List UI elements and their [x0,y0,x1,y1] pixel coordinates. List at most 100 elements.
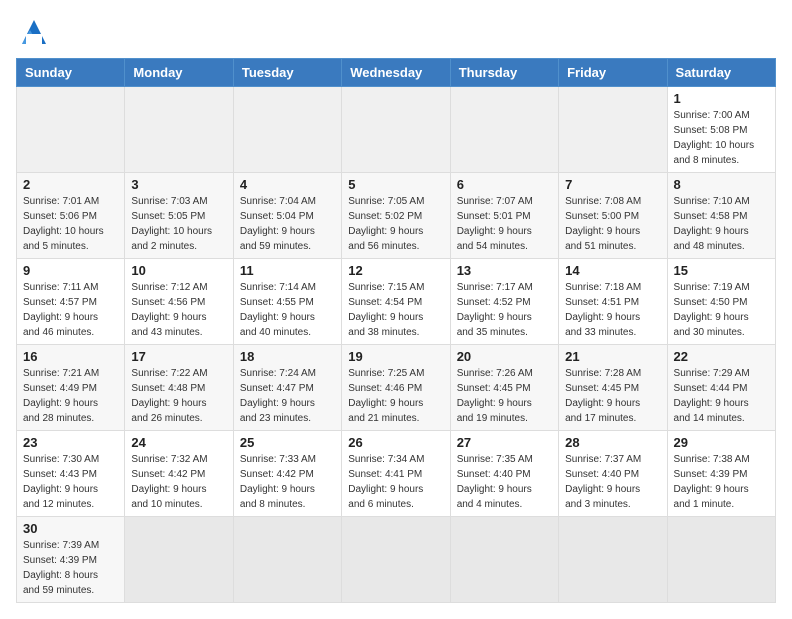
day-info: Sunrise: 7:17 AM Sunset: 4:52 PM Dayligh… [457,280,552,340]
day-info: Sunrise: 7:24 AM Sunset: 4:47 PM Dayligh… [240,366,335,426]
calendar-cell: 10 Sunrise: 7:12 AM Sunset: 4:56 PM Dayli… [125,259,233,345]
header-friday: Friday [559,59,667,87]
calendar-cell: 25 Sunrise: 7:33 AM Sunset: 4:42 PM Dayli… [233,431,341,517]
calendar-cell: 30 Sunrise: 7:39 AM Sunset: 4:39 PM Dayli… [17,517,125,603]
calendar-cell: 24Sunrise: 7:32 AM Sunset: 4:42 PM Dayli… [125,431,233,517]
calendar-cell: 17 Sunrise: 7:22 AM Sunset: 4:48 PM Dayli… [125,345,233,431]
calendar-cell [342,517,450,603]
day-number: 9 [23,263,118,278]
day-info: Sunrise: 7:14 AM Sunset: 4:55 PM Dayligh… [240,280,335,340]
day-info: Sunrise: 7:26 AM Sunset: 4:45 PM Dayligh… [457,366,552,426]
calendar-cell [233,87,341,173]
day-info: Sunrise: 7:34 AM Sunset: 4:41 PM Dayligh… [348,452,443,512]
day-info: Sunrise: 7:33 AM Sunset: 4:42 PM Dayligh… [240,452,335,512]
day-info: Sunrise: 7:22 AM Sunset: 4:48 PM Dayligh… [131,366,226,426]
day-info: Sunrise: 7:32 AM Sunset: 4:42 PM Dayligh… [131,452,226,512]
day-info: Sunrise: 7:05 AM Sunset: 5:02 PM Dayligh… [348,194,443,254]
calendar-cell: 8Sunrise: 7:10 AM Sunset: 4:58 PM Daylig… [667,173,775,259]
calendar-cell: 6Sunrise: 7:07 AM Sunset: 5:01 PM Daylig… [450,173,558,259]
day-number: 3 [131,177,226,192]
calendar-cell: 22 Sunrise: 7:29 AM Sunset: 4:44 PM Dayli… [667,345,775,431]
day-info: Sunrise: 7:03 AM Sunset: 5:05 PM Dayligh… [131,194,226,254]
day-number: 29 [674,435,769,450]
calendar-cell: 28 Sunrise: 7:37 AM Sunset: 4:40 PM Dayli… [559,431,667,517]
calendar-cell: 11 Sunrise: 7:14 AM Sunset: 4:55 PM Dayli… [233,259,341,345]
calendar-cell [450,517,558,603]
day-info: Sunrise: 7:11 AM Sunset: 4:57 PM Dayligh… [23,280,118,340]
day-info: Sunrise: 7:00 AM Sunset: 5:08 PM Dayligh… [674,108,769,168]
day-number: 1 [674,91,769,106]
day-number: 11 [240,263,335,278]
day-info: Sunrise: 7:18 AM Sunset: 4:51 PM Dayligh… [565,280,660,340]
calendar-week-1: 1 Sunrise: 7:00 AM Sunset: 5:08 PM Daylig… [17,87,776,173]
header-tuesday: Tuesday [233,59,341,87]
calendar-cell: 3 Sunrise: 7:03 AM Sunset: 5:05 PM Daylig… [125,173,233,259]
day-number: 10 [131,263,226,278]
day-number: 6 [457,177,552,192]
calendar-cell [559,517,667,603]
day-info: Sunrise: 7:39 AM Sunset: 4:39 PM Dayligh… [23,538,118,598]
day-number: 16 [23,349,118,364]
calendar-week-2: 2Sunrise: 7:01 AM Sunset: 5:06 PM Daylig… [17,173,776,259]
day-number: 13 [457,263,552,278]
day-info: Sunrise: 7:35 AM Sunset: 4:40 PM Dayligh… [457,452,552,512]
calendar-cell: 12Sunrise: 7:15 AM Sunset: 4:54 PM Dayli… [342,259,450,345]
calendar-cell [125,517,233,603]
day-number: 23 [23,435,118,450]
day-number: 25 [240,435,335,450]
logo-icon [16,16,52,46]
calendar-cell: 5 Sunrise: 7:05 AM Sunset: 5:02 PM Daylig… [342,173,450,259]
calendar-cell [450,87,558,173]
day-number: 12 [348,263,443,278]
day-number: 27 [457,435,552,450]
day-number: 28 [565,435,660,450]
calendar-cell: 15Sunrise: 7:19 AM Sunset: 4:50 PM Dayli… [667,259,775,345]
calendar-cell [125,87,233,173]
calendar-cell: 27 Sunrise: 7:35 AM Sunset: 4:40 PM Dayli… [450,431,558,517]
day-number: 8 [674,177,769,192]
calendar-cell: 1 Sunrise: 7:00 AM Sunset: 5:08 PM Daylig… [667,87,775,173]
day-number: 5 [348,177,443,192]
logo [16,16,58,46]
day-info: Sunrise: 7:01 AM Sunset: 5:06 PM Dayligh… [23,194,118,254]
calendar-cell [667,517,775,603]
day-number: 20 [457,349,552,364]
calendar-header-row: SundayMondayTuesdayWednesdayThursdayFrid… [17,59,776,87]
day-number: 17 [131,349,226,364]
day-info: Sunrise: 7:30 AM Sunset: 4:43 PM Dayligh… [23,452,118,512]
day-info: Sunrise: 7:28 AM Sunset: 4:45 PM Dayligh… [565,366,660,426]
calendar-week-4: 16 Sunrise: 7:21 AM Sunset: 4:49 PM Dayli… [17,345,776,431]
day-info: Sunrise: 7:08 AM Sunset: 5:00 PM Dayligh… [565,194,660,254]
day-number: 22 [674,349,769,364]
day-info: Sunrise: 7:37 AM Sunset: 4:40 PM Dayligh… [565,452,660,512]
calendar-cell: 20 Sunrise: 7:26 AM Sunset: 4:45 PM Dayli… [450,345,558,431]
header [16,16,776,46]
calendar: SundayMondayTuesdayWednesdayThursdayFrid… [16,58,776,603]
day-number: 30 [23,521,118,536]
day-info: Sunrise: 7:29 AM Sunset: 4:44 PM Dayligh… [674,366,769,426]
day-info: Sunrise: 7:25 AM Sunset: 4:46 PM Dayligh… [348,366,443,426]
calendar-cell: 18 Sunrise: 7:24 AM Sunset: 4:47 PM Dayli… [233,345,341,431]
day-info: Sunrise: 7:12 AM Sunset: 4:56 PM Dayligh… [131,280,226,340]
day-number: 7 [565,177,660,192]
calendar-cell: 14 Sunrise: 7:18 AM Sunset: 4:51 PM Dayli… [559,259,667,345]
day-info: Sunrise: 7:04 AM Sunset: 5:04 PM Dayligh… [240,194,335,254]
calendar-cell: 7 Sunrise: 7:08 AM Sunset: 5:00 PM Daylig… [559,173,667,259]
calendar-cell [233,517,341,603]
calendar-week-3: 9 Sunrise: 7:11 AM Sunset: 4:57 PM Daylig… [17,259,776,345]
header-wednesday: Wednesday [342,59,450,87]
calendar-cell: 26 Sunrise: 7:34 AM Sunset: 4:41 PM Dayli… [342,431,450,517]
day-info: Sunrise: 7:38 AM Sunset: 4:39 PM Dayligh… [674,452,769,512]
day-number: 18 [240,349,335,364]
day-number: 19 [348,349,443,364]
calendar-cell: 16 Sunrise: 7:21 AM Sunset: 4:49 PM Dayli… [17,345,125,431]
calendar-cell: 21 Sunrise: 7:28 AM Sunset: 4:45 PM Dayli… [559,345,667,431]
day-info: Sunrise: 7:21 AM Sunset: 4:49 PM Dayligh… [23,366,118,426]
day-info: Sunrise: 7:19 AM Sunset: 4:50 PM Dayligh… [674,280,769,340]
calendar-week-5: 23 Sunrise: 7:30 AM Sunset: 4:43 PM Dayli… [17,431,776,517]
day-number: 14 [565,263,660,278]
day-number: 21 [565,349,660,364]
calendar-cell [342,87,450,173]
day-number: 26 [348,435,443,450]
calendar-cell: 2Sunrise: 7:01 AM Sunset: 5:06 PM Daylig… [17,173,125,259]
